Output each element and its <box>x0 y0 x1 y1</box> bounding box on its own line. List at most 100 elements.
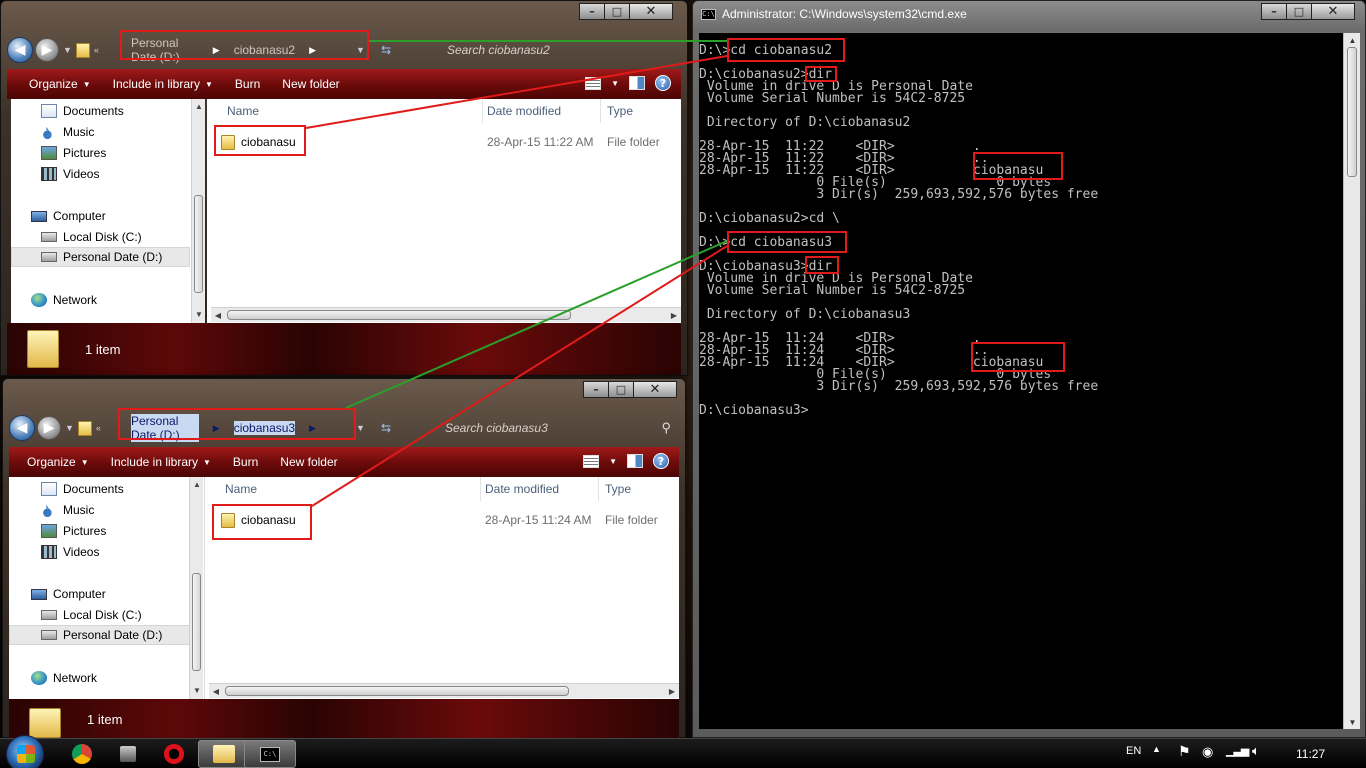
organize-button[interactable]: Organize ▼ <box>29 77 91 91</box>
nav-documents[interactable]: Documents <box>9 479 190 499</box>
overflow-chevron-icon[interactable]: « <box>96 423 101 433</box>
nav-personal-date[interactable]: Personal Date (D:) <box>11 247 190 267</box>
column-type[interactable]: Type <box>599 99 681 123</box>
highlight-cmd-cd3 <box>727 231 847 253</box>
refresh-icon[interactable]: ⇆ <box>381 421 391 435</box>
nav-music[interactable]: Music <box>9 500 190 520</box>
column-date-modified[interactable]: Date modified <box>479 99 601 123</box>
computer-icon <box>31 210 47 222</box>
view-dropdown-icon[interactable]: ▼ <box>611 79 619 88</box>
clock[interactable]: 11:27 <box>1296 747 1325 761</box>
column-name[interactable]: Name <box>217 477 481 501</box>
show-hidden-icons[interactable]: ▲ <box>1152 744 1161 754</box>
console-scrollbar[interactable]: ▲ ▼ <box>1343 33 1360 729</box>
scroll-right-icon[interactable]: ▶ <box>665 684 679 698</box>
nav-pictures[interactable]: Pictures <box>11 143 190 163</box>
preview-pane-icon[interactable] <box>629 76 645 90</box>
console-output[interactable]: D:\>cd ciobanasu2 D:\ciobanasu2>dir Volum… <box>699 33 1343 729</box>
scroll-thumb[interactable] <box>192 573 201 671</box>
help-icon[interactable]: ? <box>653 453 669 469</box>
taskbar-chrome[interactable] <box>56 740 108 768</box>
back-icon[interactable]: ◀ <box>7 37 33 63</box>
forward-icon[interactable]: ▶ <box>37 416 61 440</box>
help-icon[interactable]: ? <box>655 75 671 91</box>
minimize-button[interactable]: – <box>583 381 609 398</box>
maximize-button[interactable]: □ <box>1286 3 1312 20</box>
volume-icon[interactable]: 🔈︎ <box>1252 743 1260 759</box>
close-button[interactable]: ✕ <box>633 381 677 398</box>
include-in-library-button[interactable]: Include in library ▼ <box>111 455 211 469</box>
organize-button[interactable]: Organize ▼ <box>27 455 89 469</box>
close-button[interactable]: ✕ <box>629 3 673 20</box>
scroll-thumb[interactable] <box>227 310 571 320</box>
taskbar-explorer[interactable] <box>198 740 250 768</box>
burn-button[interactable]: Burn <box>233 455 258 469</box>
nav-videos[interactable]: Videos <box>9 542 190 562</box>
new-folder-button[interactable]: New folder <box>280 455 337 469</box>
language-indicator[interactable]: EN <box>1126 745 1141 757</box>
start-button[interactable] <box>6 735 44 768</box>
nav-computer[interactable]: Computer <box>9 584 190 604</box>
nav-network[interactable]: Network <box>11 290 190 310</box>
view-dropdown-icon[interactable]: ▼ <box>609 457 617 466</box>
scroll-thumb[interactable] <box>194 195 203 293</box>
search-input[interactable]: Search ciobanasu2 <box>441 39 677 61</box>
nav-pictures[interactable]: Pictures <box>9 521 190 541</box>
maximize-button[interactable]: □ <box>604 3 630 20</box>
scroll-down-icon[interactable]: ▼ <box>192 307 206 321</box>
nav-videos[interactable]: Videos <box>11 164 190 184</box>
scroll-thumb[interactable] <box>1347 47 1357 177</box>
minimize-button[interactable]: – <box>579 3 605 20</box>
include-in-library-button[interactable]: Include in library ▼ <box>113 77 213 91</box>
scroll-left-icon[interactable]: ◀ <box>211 308 225 322</box>
maximize-button[interactable]: □ <box>608 381 634 398</box>
burn-button[interactable]: Burn <box>235 77 260 91</box>
preview-pane-icon[interactable] <box>627 454 643 468</box>
nav-computer[interactable]: Computer <box>11 206 190 226</box>
nav-local-disk[interactable]: Local Disk (C:) <box>11 227 190 247</box>
highlight-cmd-cd2 <box>727 38 845 62</box>
back-icon[interactable]: ◀ <box>9 415 35 441</box>
change-view-icon[interactable] <box>585 76 602 90</box>
nav-music[interactable]: Music <box>11 122 190 142</box>
column-type[interactable]: Type <box>597 477 679 501</box>
scroll-right-icon[interactable]: ▶ <box>667 308 681 322</box>
scroll-down-icon[interactable]: ▼ <box>190 683 204 697</box>
close-button[interactable]: ✕ <box>1311 3 1355 20</box>
refresh-icon[interactable]: ⇆ <box>381 43 391 57</box>
nav-local-disk[interactable]: Local Disk (C:) <box>9 605 190 625</box>
taskbar-cmd[interactable]: C:\ <box>244 740 296 768</box>
column-date-modified[interactable]: Date modified <box>477 477 599 501</box>
overflow-chevron-icon[interactable]: « <box>94 45 99 55</box>
nav-scrollbar[interactable]: ▲ ▼ <box>189 477 203 699</box>
nav-personal-date[interactable]: Personal Date (D:) <box>9 625 190 645</box>
scroll-left-icon[interactable]: ◀ <box>209 684 223 698</box>
chrome-tray-icon[interactable]: ◉ <box>1202 744 1213 760</box>
taskbar-opera[interactable] <box>148 740 200 768</box>
scroll-thumb[interactable] <box>225 686 569 696</box>
nav-documents[interactable]: Documents <box>11 101 190 121</box>
scroll-down-icon[interactable]: ▼ <box>1344 715 1361 729</box>
column-name[interactable]: Name <box>219 99 483 123</box>
scroll-up-icon[interactable]: ▲ <box>190 477 204 491</box>
nav-scrollbar[interactable]: ▲ ▼ <box>191 99 205 323</box>
nav-network[interactable]: Network <box>9 668 190 688</box>
taskbar-app[interactable] <box>102 740 154 768</box>
horizontal-scrollbar[interactable]: ◀ ▶ <box>209 683 679 698</box>
recent-pages-icon[interactable]: ▼ <box>63 45 72 55</box>
videos-icon <box>41 167 57 181</box>
scroll-up-icon[interactable]: ▲ <box>1344 33 1361 47</box>
change-view-icon[interactable] <box>583 454 600 468</box>
navigation-pane: Documents Music Pictures Videos Computer… <box>9 477 205 699</box>
forward-icon[interactable]: ▶ <box>35 38 59 62</box>
network-signal-icon[interactable]: ▁▃▅ <box>1226 744 1249 757</box>
address-dropdown-icon[interactable]: ▼ <box>356 423 365 433</box>
horizontal-scrollbar[interactable]: ◀ ▶ <box>211 307 681 322</box>
scroll-up-icon[interactable]: ▲ <box>192 99 206 113</box>
action-center-flag-icon[interactable]: ⚑ <box>1178 743 1191 760</box>
search-input[interactable]: Search ciobanasu3 ⚲ <box>439 417 675 439</box>
recent-pages-icon[interactable]: ▼ <box>65 423 74 433</box>
minimize-button[interactable]: – <box>1261 3 1287 20</box>
search-icon[interactable]: ⚲ <box>661 420 671 436</box>
new-folder-button[interactable]: New folder <box>282 77 339 91</box>
